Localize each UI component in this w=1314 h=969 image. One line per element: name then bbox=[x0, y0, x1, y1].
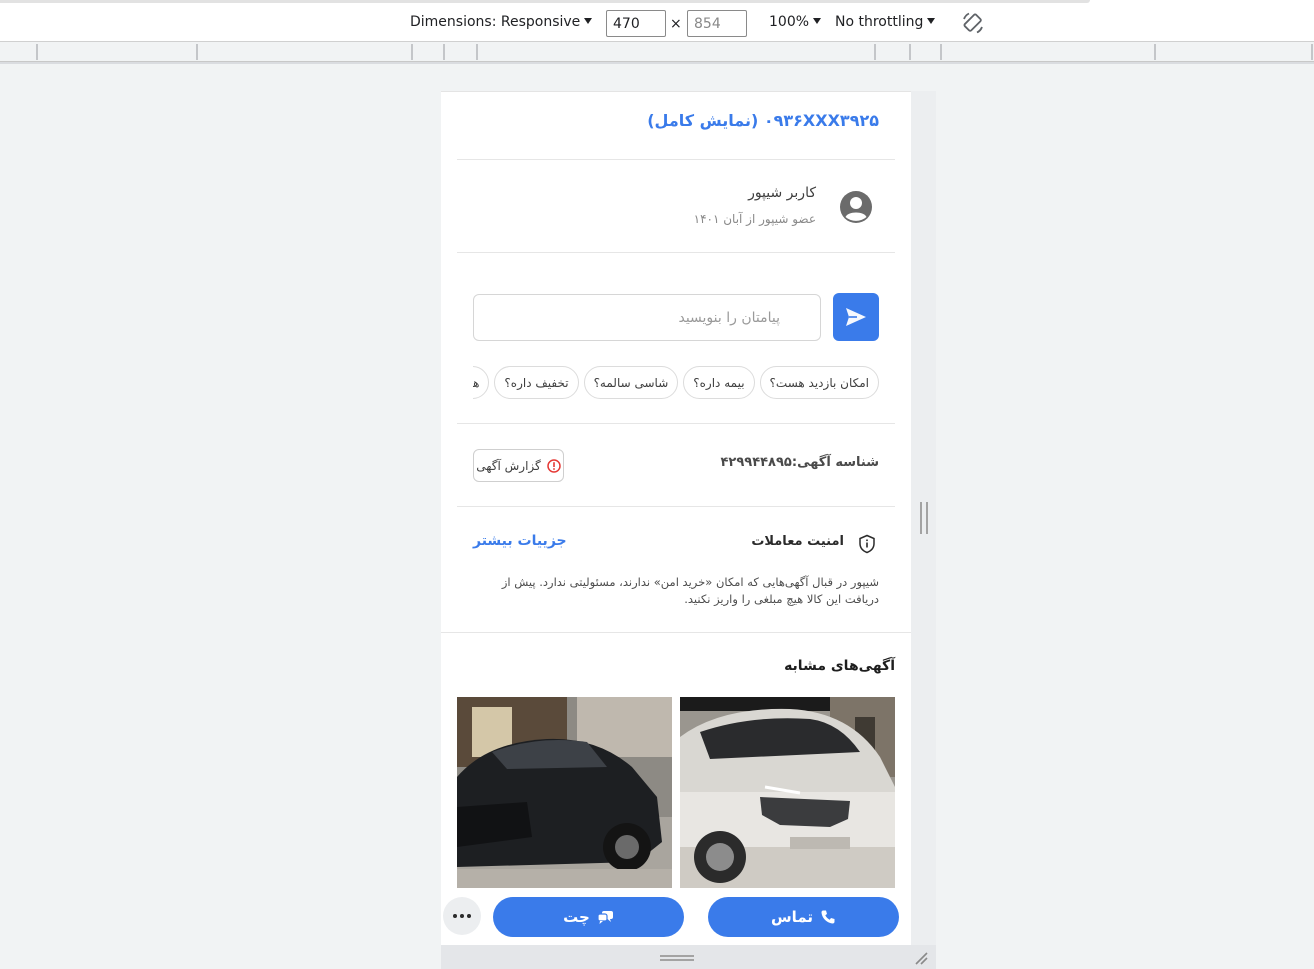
ruler-tick[interactable] bbox=[1311, 44, 1313, 60]
send-message-button[interactable] bbox=[833, 293, 879, 341]
ruler-tick[interactable] bbox=[196, 44, 198, 60]
call-label: تماس bbox=[770, 908, 814, 926]
bottom-resize-handle[interactable] bbox=[660, 955, 694, 961]
divider bbox=[457, 506, 895, 507]
ruler-tick[interactable] bbox=[909, 44, 911, 60]
security-title: امنیت معاملات bbox=[751, 534, 844, 549]
device-viewport: ۰۹۳۶XXX۳۹۲۵ (نمایش کامل) کاربر شیپور عضو… bbox=[441, 91, 911, 945]
ruler-tick[interactable] bbox=[874, 44, 876, 60]
devtools-device-toolbar: Dimensions: Responsive × 100% No throttl… bbox=[0, 0, 1314, 42]
quick-reply-chip[interactable]: شاسی سالمه؟ bbox=[583, 366, 679, 399]
similar-ad-card[interactable] bbox=[680, 697, 895, 889]
similar-ad-card[interactable] bbox=[457, 697, 672, 889]
message-input[interactable] bbox=[473, 294, 821, 341]
quick-reply-chip[interactable]: هنوز موجوده؟ bbox=[473, 366, 490, 399]
quick-reply-chip[interactable]: امکان بازدید هست؟ bbox=[759, 366, 879, 399]
send-icon bbox=[846, 308, 866, 326]
ruler-tick[interactable] bbox=[940, 44, 942, 60]
ruler-tick[interactable] bbox=[1154, 44, 1156, 60]
chat-bubbles-icon bbox=[597, 910, 613, 924]
quick-replies: امکان بازدید هست؟ بیمه داره؟ شاسی سالمه؟… bbox=[473, 366, 879, 400]
divider bbox=[457, 423, 895, 424]
throttling-dropdown[interactable]: No throttling bbox=[835, 14, 936, 30]
ruler-track bbox=[0, 42, 1314, 62]
rotate-icon[interactable] bbox=[960, 10, 986, 36]
more-options-button[interactable] bbox=[443, 897, 481, 935]
more-dots-icon bbox=[460, 914, 464, 918]
media-query-ruler bbox=[0, 42, 1314, 64]
member-since: عضو شیپور از آبان ۱۴۰۱ bbox=[693, 212, 816, 226]
throttling-label: No throttling bbox=[835, 14, 924, 30]
caret-down-icon bbox=[813, 18, 822, 24]
caret-down-icon bbox=[927, 18, 936, 24]
quick-reply-chip[interactable]: بیمه داره؟ bbox=[683, 366, 755, 399]
zoom-dropdown[interactable]: 100% bbox=[769, 14, 822, 30]
section-divider bbox=[441, 632, 911, 633]
black-suv-photo bbox=[457, 697, 672, 889]
dimensions-dropdown[interactable]: Dimensions: Responsive bbox=[410, 14, 593, 30]
call-button[interactable]: تماس bbox=[708, 897, 899, 937]
width-input[interactable] bbox=[606, 10, 666, 37]
chat-button[interactable]: چت bbox=[493, 897, 684, 937]
similar-ads-title: آگهی‌های مشابه bbox=[784, 658, 895, 674]
quick-reply-chip[interactable]: تخفیف داره؟ bbox=[494, 366, 579, 399]
divider bbox=[457, 252, 895, 253]
alert-circle-icon bbox=[547, 458, 561, 473]
more-dots-icon bbox=[453, 914, 457, 918]
height-input[interactable] bbox=[687, 10, 747, 37]
bottom-action-bar: تماس چت bbox=[441, 888, 911, 945]
ad-id: شناسه آگهی:۴۲۹۹۴۴۸۹۵ bbox=[720, 455, 879, 470]
shield-info-icon bbox=[859, 534, 875, 554]
ruler-tick[interactable] bbox=[411, 44, 413, 60]
ruler-tick[interactable] bbox=[476, 44, 478, 60]
times-sign: × bbox=[670, 16, 682, 32]
chat-label: چت bbox=[563, 908, 590, 926]
divider bbox=[457, 159, 895, 160]
more-dots-icon bbox=[467, 914, 471, 918]
white-suv-photo bbox=[680, 697, 895, 889]
caret-down-icon bbox=[584, 18, 593, 24]
ruler-tick[interactable] bbox=[36, 44, 38, 60]
phone-number-link[interactable]: ۰۹۳۶XXX۳۹۲۵ (نمایش کامل) bbox=[647, 111, 879, 130]
zoom-label: 100% bbox=[769, 14, 810, 30]
report-ad-button[interactable]: گزارش آگهی bbox=[473, 449, 564, 482]
security-notice: شیپور در قبال آگهی‌هایی که امکان «خرید ا… bbox=[501, 575, 879, 606]
corner-resize-icon[interactable] bbox=[913, 950, 929, 966]
devtools-top-scrollbar[interactable] bbox=[0, 0, 1090, 3]
phone-icon bbox=[821, 910, 835, 924]
right-resize-handle[interactable] bbox=[920, 502, 928, 534]
user-circle-icon bbox=[840, 191, 872, 223]
more-details-link[interactable]: جزییات بیشتر bbox=[473, 533, 567, 549]
report-ad-label: گزارش آگهی bbox=[476, 458, 541, 473]
ruler-tick[interactable] bbox=[443, 44, 445, 60]
user-name: کاربر شیپور bbox=[748, 185, 816, 201]
dimensions-label: Dimensions: Responsive bbox=[410, 14, 581, 30]
